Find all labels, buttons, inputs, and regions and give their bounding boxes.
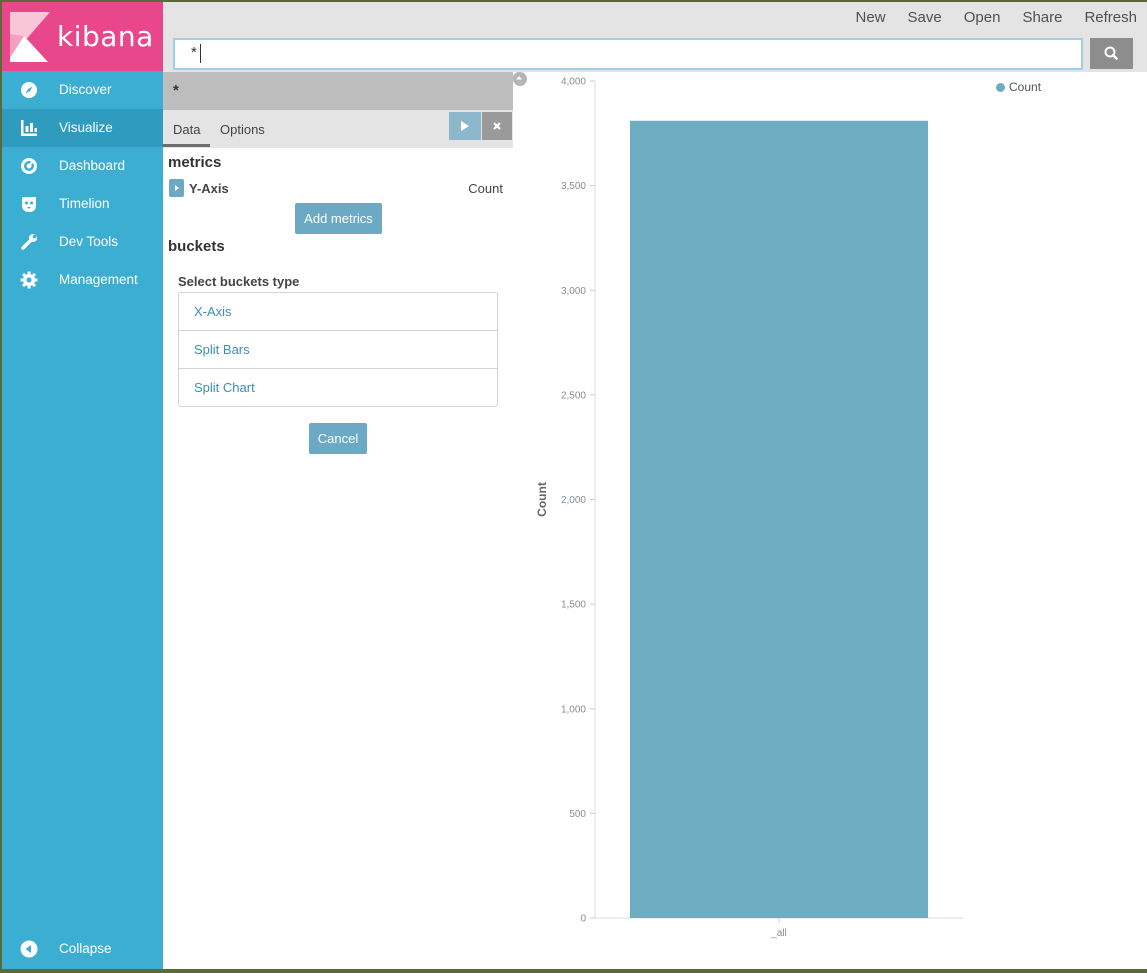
vis-editor-panel: * Data Options metrics Y-Axis Count Add … <box>163 72 513 969</box>
dashboard-icon <box>21 158 37 174</box>
sidebar-item-timelion[interactable]: Timelion <box>2 185 163 223</box>
y-axis-title: Count <box>535 482 549 517</box>
sidebar-item-management[interactable]: Management <box>2 261 163 299</box>
kibana-logo[interactable]: kibana <box>2 2 163 71</box>
collapse-arrow-icon <box>20 940 38 958</box>
metrics-title: metrics <box>168 154 222 171</box>
new-button[interactable]: New <box>844 9 896 27</box>
sidebar: kibana Discover Visualize Dashboard Time… <box>2 2 163 969</box>
save-button[interactable]: Save <box>896 9 952 27</box>
editor-tabs: Data Options <box>163 110 513 148</box>
legend-color-dot <box>996 83 1005 92</box>
bucket-type-split-chart[interactable]: Split Chart <box>179 369 497 406</box>
apply-changes-button[interactable] <box>449 112 481 140</box>
text-caret <box>200 44 201 63</box>
y-tick-label: 1,500 <box>561 600 586 611</box>
kibana-logo-icon <box>10 12 50 62</box>
buckets-title: buckets <box>168 238 225 255</box>
add-metrics-button[interactable]: Add metrics <box>295 203 382 234</box>
search-input-value: * <box>191 44 197 61</box>
search-button[interactable] <box>1090 38 1133 69</box>
collapse-label: Collapse <box>59 941 112 956</box>
bucket-type-list: X-Axis Split Bars Split Chart <box>178 292 498 407</box>
sidebar-item-label: Timelion <box>59 196 110 211</box>
y-tick-label: 0 <box>580 914 586 925</box>
top-bar: New Save Open Share Refresh * <box>163 2 1147 72</box>
sidebar-item-label: Dashboard <box>59 158 126 173</box>
chart-area: 0 500 1,000 1,500 2,000 2,500 3,000 3,500 4,000 C… <box>513 72 1147 969</box>
x-tick-label: _all <box>770 928 787 939</box>
timelion-icon <box>22 197 36 212</box>
y-tick-label: 3,000 <box>561 286 586 297</box>
gear-icon <box>20 271 38 289</box>
y-tick-label: 1,000 <box>561 704 586 715</box>
tab-data[interactable]: Data <box>173 122 200 137</box>
cancel-button[interactable]: Cancel <box>309 423 367 454</box>
share-button[interactable]: Share <box>1010 9 1072 27</box>
y-tick-label: 2,000 <box>561 495 586 506</box>
active-tab-indicator <box>163 144 210 147</box>
search-icon <box>1104 46 1118 60</box>
sidebar-item-label: Dev Tools <box>59 234 119 249</box>
bar <box>629 120 929 918</box>
index-pattern-name: * <box>173 82 179 99</box>
sidebar-item-label: Discover <box>59 82 112 97</box>
kibana-window: kibana Discover Visualize Dashboard Time… <box>2 2 1147 969</box>
kibana-logo-text: kibana <box>57 20 154 53</box>
open-button[interactable]: Open <box>952 9 1011 27</box>
y-tick-label: 4,000 <box>561 77 586 88</box>
y-axis-aggregation: Count <box>468 181 503 196</box>
select-buckets-type-label: Select buckets type <box>178 274 300 289</box>
compass-icon <box>21 82 37 98</box>
refresh-button[interactable]: Refresh <box>1072 9 1147 27</box>
bar-chart: 0 500 1,000 1,500 2,000 2,500 3,000 3,500 4,000 C… <box>535 77 963 939</box>
bucket-type-x-axis[interactable]: X-Axis <box>179 293 497 331</box>
legend-entry-count[interactable]: Count <box>1009 80 1041 94</box>
y-tick-label: 500 <box>569 809 586 820</box>
y-tick-label: 3,500 <box>561 181 586 192</box>
sidebar-item-label: Management <box>59 272 138 287</box>
caret-right-icon <box>175 185 179 191</box>
expand-spy-panel-icon[interactable] <box>513 72 525 84</box>
play-icon <box>461 121 469 131</box>
sidebar-item-label: Visualize <box>59 120 113 135</box>
sidebar-item-visualize[interactable]: Visualize <box>2 109 163 147</box>
bucket-type-split-bars[interactable]: Split Bars <box>179 331 497 369</box>
bar-chart-icon <box>21 120 37 136</box>
top-menu: New Save Open Share Refresh <box>844 9 1147 27</box>
y-axis-expand-toggle[interactable] <box>169 179 184 197</box>
y-axis-label[interactable]: Y-Axis <box>189 181 229 196</box>
tab-options[interactable]: Options <box>220 122 265 137</box>
collapse-button[interactable]: Collapse <box>2 930 163 968</box>
wrench-icon <box>21 234 37 250</box>
sidebar-item-discover[interactable]: Discover <box>2 71 163 109</box>
close-icon <box>493 122 501 130</box>
sidebar-item-dev-tools[interactable]: Dev Tools <box>2 223 163 261</box>
y-tick-label: 2,500 <box>561 390 586 401</box>
search-input[interactable]: * <box>173 38 1083 70</box>
sidebar-item-dashboard[interactable]: Dashboard <box>2 147 163 185</box>
discard-changes-button[interactable] <box>482 112 512 140</box>
index-pattern-bar: * <box>163 72 513 110</box>
